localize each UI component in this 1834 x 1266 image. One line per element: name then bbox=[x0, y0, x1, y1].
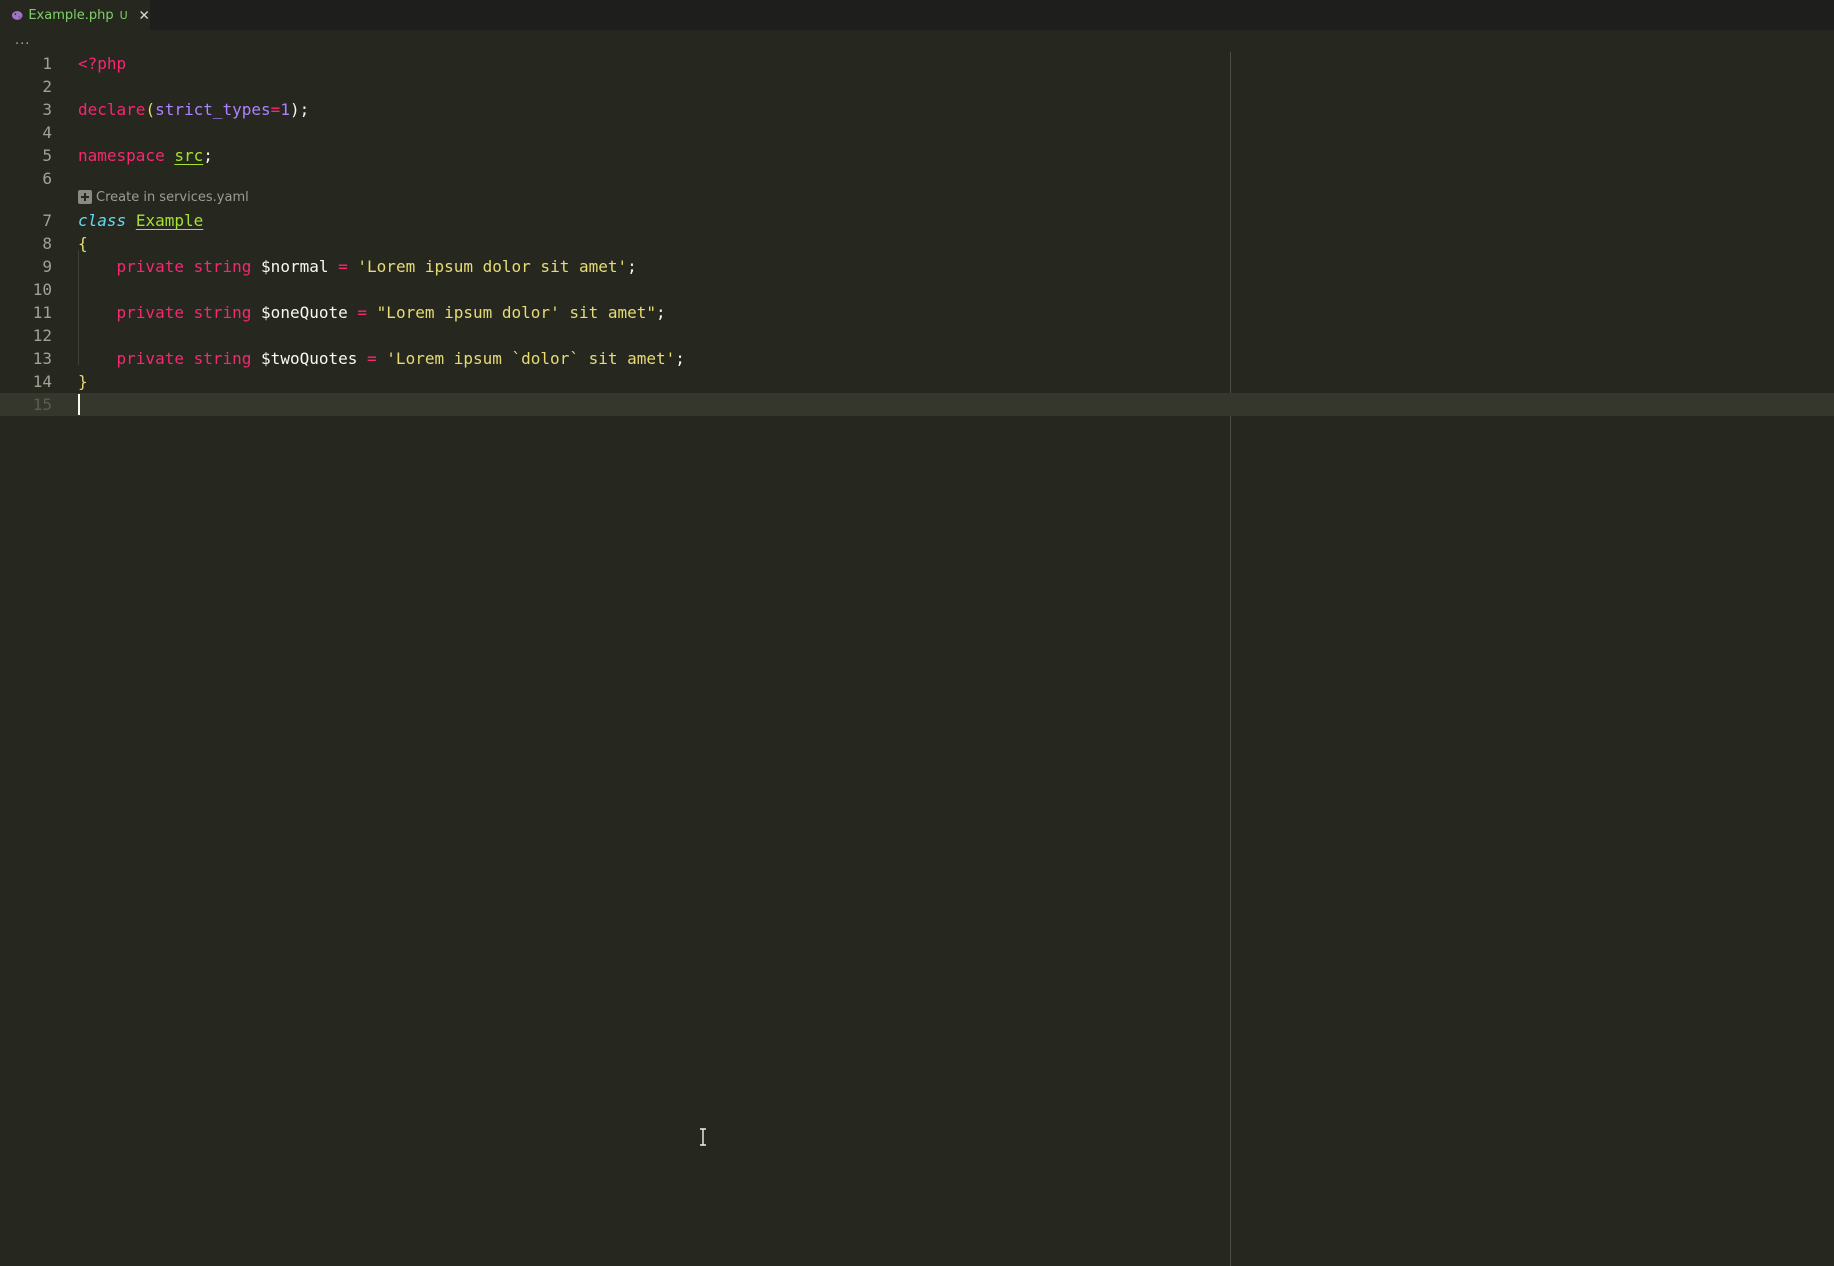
close-icon[interactable] bbox=[138, 8, 150, 22]
token-punct: ); bbox=[289, 100, 310, 119]
token-number: 1 bbox=[280, 100, 290, 119]
tab-example-php[interactable]: Example.php U bbox=[0, 0, 150, 30]
line-number: 1 bbox=[42, 54, 52, 73]
token-variable: $normal bbox=[261, 257, 329, 276]
token-punct: ; bbox=[203, 146, 213, 165]
token-type: string bbox=[193, 303, 252, 322]
token-directive: strict_types bbox=[155, 100, 271, 119]
code-text: class Example bbox=[78, 209, 203, 232]
code-line[interactable]: 4 bbox=[0, 121, 1834, 144]
ibeam-cursor-icon bbox=[700, 1128, 706, 1146]
token-operator: = bbox=[367, 349, 377, 368]
token-storage: class bbox=[78, 211, 127, 230]
code-text: private string $oneQuote = "Lorem ipsum … bbox=[78, 301, 666, 324]
code-text: <?php bbox=[78, 52, 126, 75]
token-string: 'Lorem ipsum dolor sit amet' bbox=[357, 257, 628, 276]
code-line[interactable]: 6 bbox=[0, 167, 1834, 190]
line-number: 11 bbox=[32, 303, 52, 322]
token-punct: ; bbox=[656, 303, 666, 322]
token-class-name: Example bbox=[135, 211, 204, 230]
line-number: 14 bbox=[32, 372, 52, 391]
code-text: private string $normal = 'Lorem ipsum do… bbox=[78, 255, 637, 278]
php-elephant-icon bbox=[11, 11, 23, 20]
code-line[interactable]: 3 declare(strict_types=1); bbox=[0, 98, 1834, 121]
line-number: 3 bbox=[42, 100, 52, 119]
line-number: 2 bbox=[42, 77, 52, 96]
code-line[interactable]: 10 bbox=[0, 278, 1834, 301]
token-operator: = bbox=[338, 257, 348, 276]
token-brace: } bbox=[78, 372, 88, 391]
token-paren: ( bbox=[145, 100, 156, 119]
token-punct: ; bbox=[675, 349, 685, 368]
code-text: { bbox=[78, 232, 88, 255]
code-line[interactable]: 9 private string $normal = 'Lorem ipsum … bbox=[0, 255, 1834, 278]
line-number: 8 bbox=[42, 234, 52, 253]
code-line[interactable]: 13 private string $twoQuotes = 'Lorem ip… bbox=[0, 347, 1834, 370]
token-modifier: private bbox=[116, 257, 184, 276]
token-variable: $oneQuote bbox=[261, 303, 348, 322]
code-line[interactable]: 1 <?php bbox=[0, 52, 1834, 75]
line-number: 5 bbox=[42, 146, 52, 165]
token-string: "Lorem ipsum dolor' sit amet" bbox=[376, 303, 657, 322]
codelens-create-service[interactable]: Create in services.yaml bbox=[78, 188, 249, 206]
token-brace: { bbox=[78, 234, 88, 253]
tab-title: Example.php bbox=[28, 7, 114, 23]
tab-bar: Example.php U bbox=[0, 0, 1834, 30]
token-type: string bbox=[193, 349, 252, 368]
code-line[interactable]: 8 { bbox=[0, 232, 1834, 255]
code-line[interactable]: 2 bbox=[0, 75, 1834, 98]
code-line[interactable]: 5 namespace src; bbox=[0, 144, 1834, 167]
token-type: string bbox=[193, 257, 252, 276]
code-editor[interactable]: 1 <?php 2 3 declare(strict_types=1); 4 5… bbox=[0, 52, 1834, 1266]
code-line-current[interactable]: 15 bbox=[0, 393, 1834, 416]
token-punct: ; bbox=[627, 257, 637, 276]
line-number: 13 bbox=[32, 349, 52, 368]
code-text: private string $twoQuotes = 'Lorem ipsum… bbox=[78, 347, 685, 370]
token-keyword: namespace bbox=[78, 146, 165, 165]
codelens-label: Create in services.yaml bbox=[96, 189, 249, 205]
breadcrumb[interactable]: ... bbox=[15, 33, 30, 49]
token-variable: $twoQuotes bbox=[261, 349, 358, 368]
plus-icon bbox=[78, 190, 92, 204]
line-number: 12 bbox=[32, 326, 52, 345]
code-text: } bbox=[78, 370, 88, 393]
text-cursor bbox=[78, 394, 80, 415]
token-modifier: private bbox=[116, 349, 184, 368]
code-line[interactable]: 14 } bbox=[0, 370, 1834, 393]
line-number: 4 bbox=[42, 123, 52, 142]
code-line[interactable]: 12 bbox=[0, 324, 1834, 347]
code-text: namespace src; bbox=[78, 144, 213, 167]
token-function: declare bbox=[78, 100, 146, 119]
token-string: 'Lorem ipsum `dolor` sit amet' bbox=[386, 349, 676, 368]
token-operator: = bbox=[270, 100, 281, 119]
code-line[interactable]: 7 class Example bbox=[0, 209, 1834, 232]
line-number: 10 bbox=[32, 280, 52, 299]
line-number: 9 bbox=[42, 257, 52, 276]
code-text: declare(strict_types=1); bbox=[78, 98, 309, 121]
line-number: 6 bbox=[42, 169, 52, 188]
code-line[interactable]: 11 private string $oneQuote = "Lorem ips… bbox=[0, 301, 1834, 324]
token-operator: = bbox=[357, 303, 368, 322]
token-namespace: src bbox=[174, 146, 204, 165]
line-number: 15 bbox=[32, 395, 52, 414]
php-open-tag: <?php bbox=[78, 54, 127, 73]
token-modifier: private bbox=[116, 303, 184, 322]
tab-status-badge: U bbox=[119, 8, 128, 22]
line-number: 7 bbox=[42, 211, 52, 230]
